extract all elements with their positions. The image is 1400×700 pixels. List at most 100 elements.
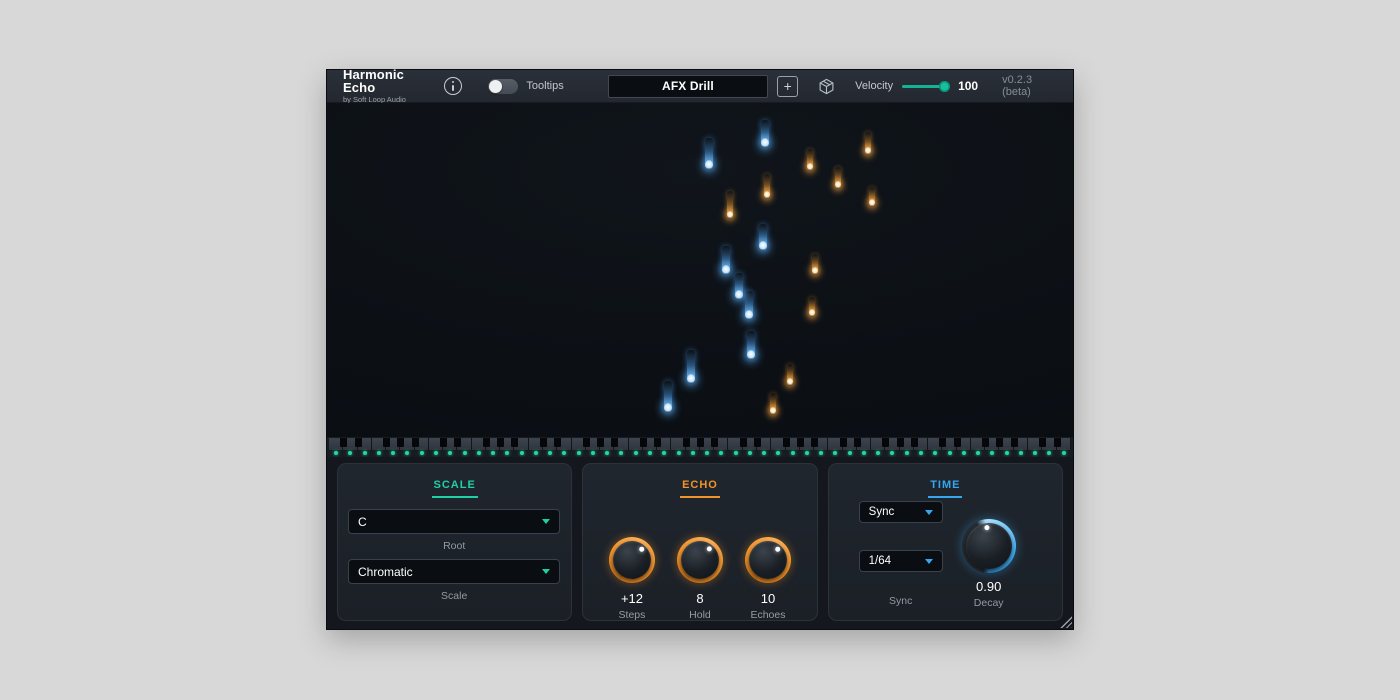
piano-key-black[interactable] [383,438,390,447]
piano-key-black[interactable] [412,438,419,447]
scale-dropdown[interactable]: Chromatic [348,559,560,584]
piano-key[interactable] [928,437,942,457]
piano-key-black[interactable] [797,438,804,447]
piano-key-black[interactable] [783,438,790,447]
chevron-down-icon [925,559,933,564]
velocity-slider[interactable] [902,80,948,93]
piano-key-black[interactable] [640,438,647,447]
piano-key[interactable] [372,437,386,457]
add-preset-button[interactable]: + [777,76,798,97]
note-dot [363,451,367,455]
piano-key[interactable] [572,437,586,457]
piano-key-black[interactable] [1054,438,1061,447]
steps-knob[interactable] [609,537,655,583]
note-dot [805,451,809,455]
chevron-down-icon [542,569,550,574]
knob-indicator-dot [638,545,645,552]
note-dot [391,451,395,455]
note-dot [377,451,381,455]
piano-key-black[interactable] [911,438,918,447]
piano-key-black[interactable] [1039,438,1046,447]
note-dot [1033,451,1037,455]
velocity-slider-knob[interactable] [939,81,950,92]
piano-key-black[interactable] [711,438,718,447]
piano-key-black[interactable] [340,438,347,447]
note-dot [348,451,352,455]
note-dot [648,451,652,455]
chevron-down-icon [542,519,550,524]
piano-key[interactable] [429,437,443,457]
note-dot [819,451,823,455]
piano-key-black[interactable] [511,438,518,447]
note-particle [812,254,818,273]
piano-key[interactable] [728,437,742,457]
piano-key-black[interactable] [939,438,946,447]
piano-key-black[interactable] [811,438,818,447]
piano-key-black[interactable] [654,438,661,447]
root-dropdown[interactable]: C [348,509,560,534]
piano-key-black[interactable] [996,438,1003,447]
note-dot [762,451,766,455]
piano-key-black[interactable] [497,438,504,447]
echoes-knob[interactable] [745,537,791,583]
velocity-label: Velocity [855,80,893,92]
note-particle [664,381,672,411]
piano-key-black[interactable] [540,438,547,447]
note-dot [448,451,452,455]
hold-knob[interactable] [677,537,723,583]
piano-key-black[interactable] [611,438,618,447]
piano-key-black[interactable] [697,438,704,447]
tooltips-toggle[interactable] [488,79,518,94]
plugin-window: Harmonic Echo by Soft Loop Audio Tooltip… [327,70,1073,629]
piano-key-black[interactable] [982,438,989,447]
scale-section-title: SCALE [432,479,478,498]
tooltips-label: Tooltips [526,80,563,92]
piano-key[interactable] [472,437,486,457]
decay-knob[interactable] [962,519,1016,573]
piano-key-black[interactable] [397,438,404,447]
piano-key-black[interactable] [1011,438,1018,447]
randomize-cube-icon[interactable] [818,78,835,95]
sync-rate-label: Sync [859,595,943,607]
piano-key[interactable] [771,437,785,457]
piano-key[interactable] [971,437,985,457]
piano-key-black[interactable] [440,438,447,447]
info-icon[interactable] [444,77,462,95]
piano-key[interactable] [871,437,885,457]
piano-key[interactable] [828,437,842,457]
piano-key[interactable] [629,437,643,457]
piano-key-black[interactable] [740,438,747,447]
knob-indicator-dot [705,545,712,552]
piano-key[interactable] [529,437,543,457]
piano-key-black[interactable] [583,438,590,447]
sync-rate-dropdown[interactable]: 1/64 [859,550,943,572]
piano-key-black[interactable] [954,438,961,447]
piano-key-black[interactable] [597,438,604,447]
piano-key-black[interactable] [683,438,690,447]
sync-mode-dropdown[interactable]: Sync [859,501,943,523]
piano-key-black[interactable] [897,438,904,447]
piano-key[interactable] [329,437,343,457]
piano-key-black[interactable] [882,438,889,447]
piano-key-black[interactable] [840,438,847,447]
root-label: Root [348,540,560,552]
hold-label: Hold [689,609,711,621]
preset-selector[interactable]: AFX Drill [608,75,768,98]
scale-dropdown-value: Chromatic [358,565,413,579]
note-dot [948,451,952,455]
piano-key-black[interactable] [454,438,461,447]
piano-key-black[interactable] [483,438,490,447]
piano-key[interactable] [671,437,685,457]
note-particle [835,167,841,187]
piano-key-black[interactable] [355,438,362,447]
echoes-label: Echoes [750,609,785,621]
echoes-value: 10 [761,591,775,606]
piano-key-black[interactable] [554,438,561,447]
piano-key-black[interactable] [754,438,761,447]
keyboard-strip[interactable] [327,437,1073,457]
brand: Harmonic Echo by Soft Loop Audio [343,68,432,104]
note-dot [933,451,937,455]
piano-key[interactable] [1028,437,1042,457]
version-label: v0.2.3 (beta) [1002,74,1059,98]
piano-key-black[interactable] [854,438,861,447]
